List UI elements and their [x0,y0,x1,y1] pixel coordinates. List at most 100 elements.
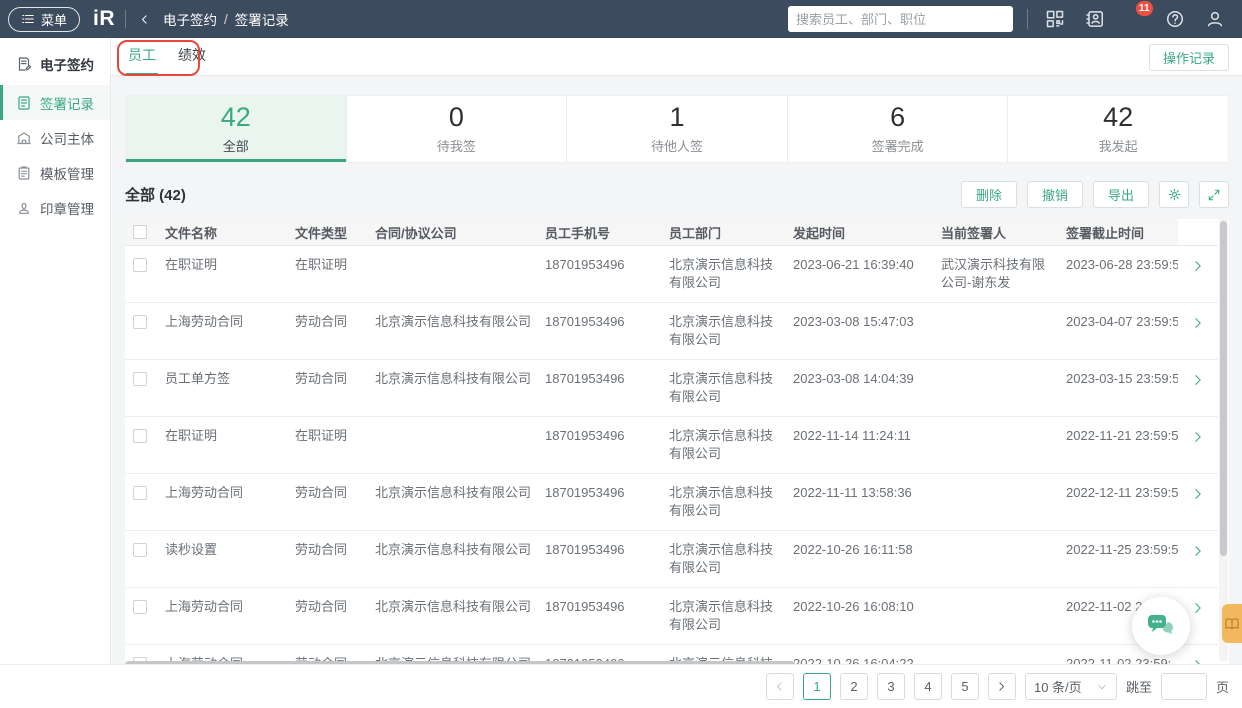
prev-page-button[interactable] [765,673,794,700]
page-button-1[interactable]: 1 [802,673,831,700]
delete-button[interactable]: 删除 [960,181,1017,208]
stat-value: 6 [890,102,906,132]
sidebar-item-company[interactable]: 公司主体 [0,120,110,155]
table-row[interactable]: 上海劳动合同 劳动合同 北京演示信息科技有限公司 18701953496 北京演示信息科… [125,588,1218,645]
sidebar-item-esign[interactable]: 电子签约 [0,46,110,81]
chat-fab-button[interactable] [1132,597,1190,655]
row-detail-cell [1178,474,1218,530]
cell-deadline: 2022-12-11 23:59:5 [1066,485,1178,500]
page-size-value: 10 条/页 [1033,680,1082,695]
sidebar-item-seals[interactable]: 印章管理 [0,190,110,225]
stat-card-3[interactable]: 6 签署完成 [788,96,1009,162]
row-checkbox[interactable] [133,429,147,443]
table-row[interactable]: 读秒设置 劳动合同 北京演示信息科技有限公司 18701953496 北京演示信息科技有… [125,531,1218,588]
stat-value: 42 [1103,102,1134,132]
cell-current-signer: 武汉演示科技有限公司-谢东发 [941,257,1046,290]
page-size-select[interactable]: 10 条/页 [1024,673,1117,700]
cell-file-type: 劳动合同 [295,542,348,557]
column-header: 文件类型 [295,225,348,241]
row-checkbox[interactable] [133,372,147,386]
page-button-5[interactable]: 5 [950,673,979,700]
cell-start-time: 2023-03-08 15:47:03 [793,314,914,329]
cell-file-name: 在职证明 [165,428,218,443]
cell-current-signer [941,531,1066,587]
table-row[interactable]: 员工单方签 劳动合同 北京演示信息科技有限公司 18701953496 北京演示信息科技… [125,360,1218,417]
user-icon[interactable] [1204,8,1226,30]
cell-deadline: 2022-11-25 23:59:5 [1066,542,1178,557]
back-button[interactable] [138,13,151,26]
stat-card-0[interactable]: 42 全部 [126,96,347,162]
operation-log-button[interactable]: 操作记录 [1148,44,1229,71]
vertical-scrollbar[interactable] [1219,219,1228,661]
search-icon[interactable] [990,12,1005,27]
table-row[interactable]: 上海劳动合同 劳动合同 北京演示信息科技有限公司 18701953496 北京演示信息科… [125,303,1218,360]
settings-icon [1167,187,1182,202]
stat-card-1[interactable]: 0 待我签 [347,96,568,162]
column-header: 文件名称 [165,225,218,241]
cell-contract-company: 北京演示信息科技有限公司 [375,314,532,329]
cell-start-time: 2022-11-11 13:58:36 [793,485,912,500]
bell-icon[interactable]: 11 [1124,1,1153,30]
export-button[interactable]: 导出 [1092,181,1149,208]
topbar-right: 11 [788,1,1228,32]
search-input[interactable] [796,11,990,27]
guide-side-tab[interactable] [1222,604,1242,643]
cell-file-type: 劳动合同 [295,371,348,386]
stat-value: 1 [669,102,685,132]
cell-deadline: 2023-04-07 23:59:5 [1066,314,1178,329]
breadcrumb-current: 签署记录 [234,13,289,28]
cell-file-name: 员工单方签 [165,371,231,386]
row-chevron-icon[interactable] [1191,373,1205,416]
vertical-scrollbar-thumb[interactable] [1220,221,1227,556]
revoke-button[interactable]: 撤销 [1026,181,1083,208]
chevron-down-icon [1096,681,1108,693]
tab-employee[interactable]: 员工 [126,45,158,75]
row-chevron-icon[interactable] [1191,430,1205,473]
list-title: 全部 (42) [125,187,186,204]
breadcrumb-parent[interactable]: 电子签约 [163,9,217,29]
row-chevron-icon[interactable] [1191,259,1205,302]
cell-department: 北京演示信息科技有限公司 [669,257,774,290]
row-chevron-icon[interactable] [1191,316,1205,359]
page-button-2[interactable]: 2 [839,673,868,700]
settings-button[interactable] [1159,181,1189,208]
row-select-cell [125,474,165,530]
select-all-checkbox[interactable] [133,225,147,239]
page-button-4[interactable]: 4 [913,673,942,700]
cell-contract-company: 北京演示信息科技有限公司 [375,485,532,500]
help-icon[interactable] [1164,8,1186,30]
row-chevron-icon[interactable] [1191,601,1205,644]
next-page-button[interactable] [987,673,1016,700]
row-chevron-icon[interactable] [1191,544,1205,587]
cell-phone: 18701953496 [545,257,625,272]
row-checkbox[interactable] [133,543,147,557]
template-icon [16,165,32,181]
stat-card-2[interactable]: 1 待他人签 [567,96,788,162]
column-header: 签署截止时间 [1066,225,1145,241]
qr-code-icon[interactable] [1044,8,1066,30]
row-chevron-icon[interactable] [1191,487,1205,530]
menu-button[interactable]: 菜单 [8,6,81,32]
fullscreen-button[interactable] [1199,181,1229,208]
list-actions: 删除 撤销 导出 [960,181,1229,208]
table-row[interactable]: 在职证明 在职证明 18701953496 北京演示信息科技有限公司 2022-11-1… [125,417,1218,474]
row-checkbox[interactable] [133,600,147,614]
cell-start-time: 2022-10-26 16:08:10 [793,599,914,614]
jump-page-input[interactable] [1160,673,1207,700]
table-row[interactable]: 在职证明 在职证明 18701953496 北京演示信息科技有限公司 2023-06-2… [125,246,1218,303]
sidebar-item-label: 签署记录 [40,96,94,112]
contacts-icon[interactable] [1084,8,1106,30]
row-checkbox[interactable] [133,486,147,500]
table-row[interactable]: 上海劳动合同 劳动合同 北京演示信息科技有限公司 18701953496 北京演示信息科… [125,474,1218,531]
row-checkbox[interactable] [133,258,147,272]
row-checkbox[interactable] [133,315,147,329]
sidebar-item-templates[interactable]: 模板管理 [0,155,110,190]
tab-performance[interactable]: 绩效 [176,45,208,75]
sidebar-item-records[interactable]: 签署记录 [0,85,110,120]
row-detail-cell [1178,531,1218,587]
cell-contract-company [375,417,545,473]
cell-contract-company: 北京演示信息科技有限公司 [375,599,532,614]
page-button-3[interactable]: 3 [876,673,905,700]
row-select-cell [125,417,165,473]
stat-card-4[interactable]: 42 我发起 [1008,96,1228,162]
